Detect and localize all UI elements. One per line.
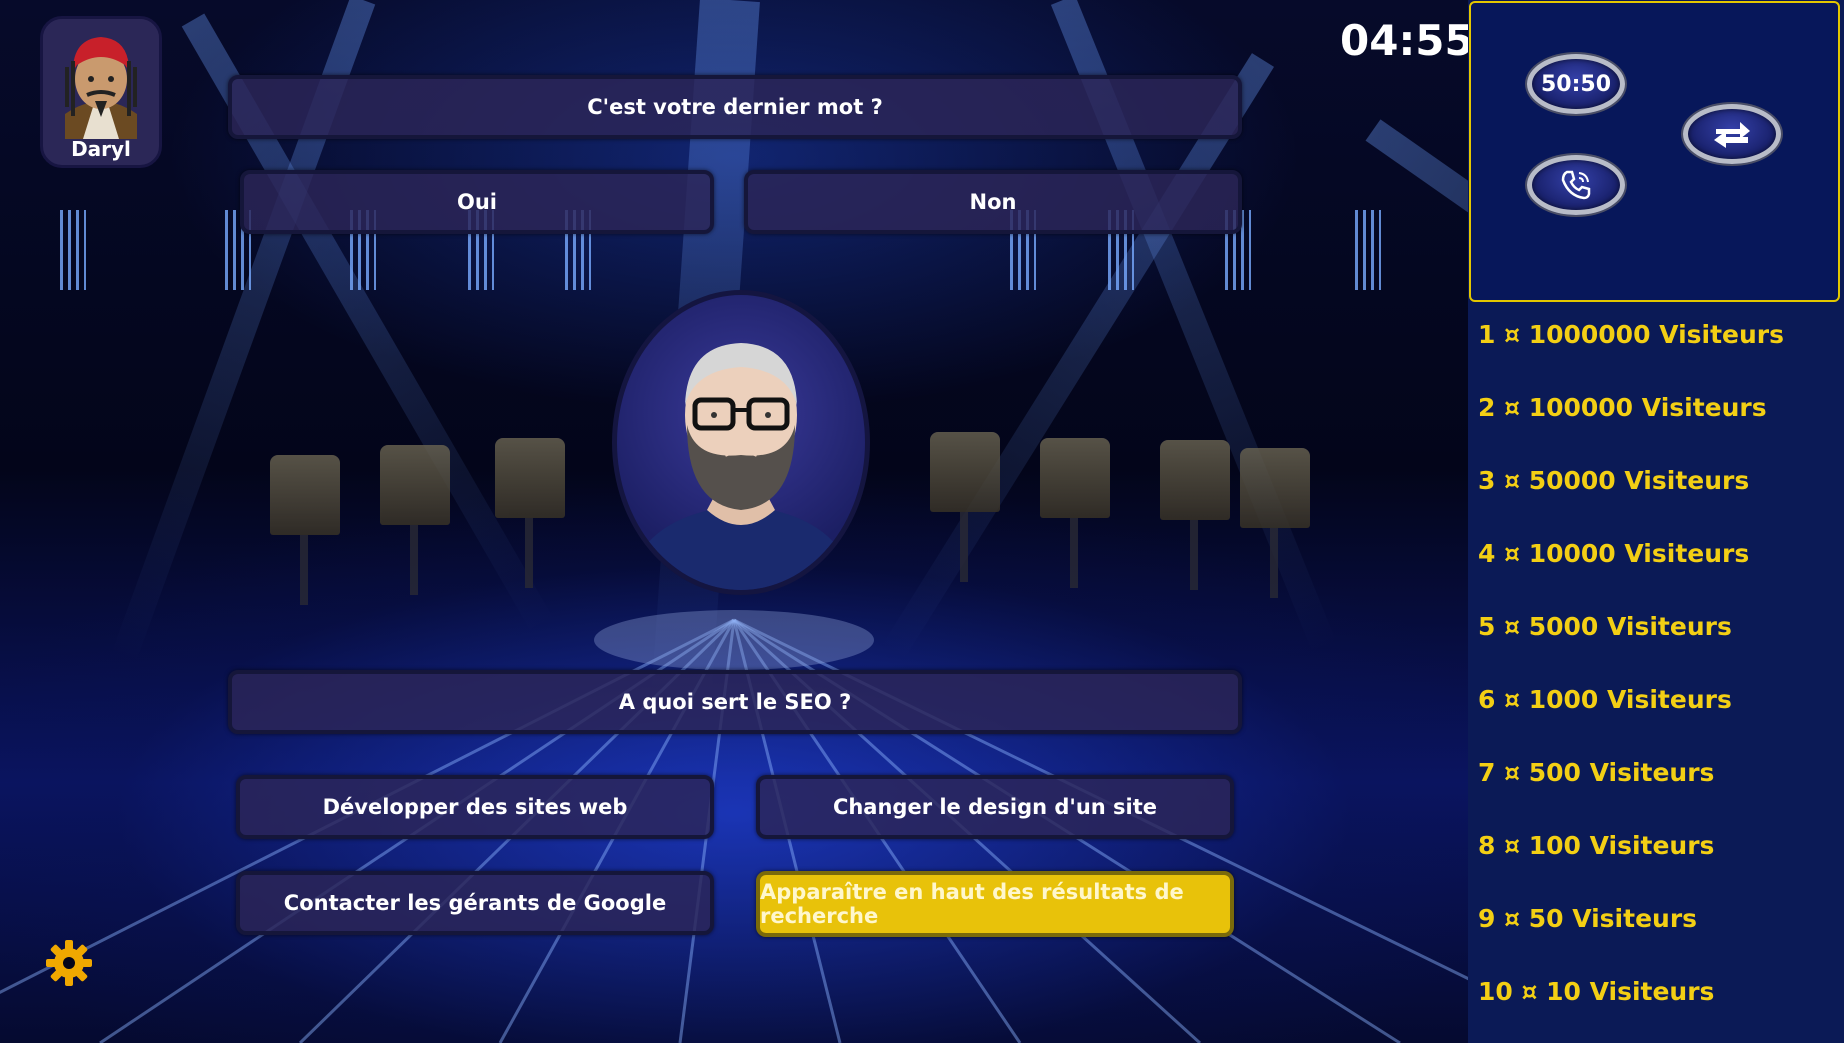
stage-floor-rays xyxy=(0,610,1468,1043)
prize-level-7: 7 ¤ 500 Visiteurs xyxy=(1478,758,1715,787)
confirm-no-button[interactable]: Non xyxy=(744,170,1242,234)
stage-chair xyxy=(270,455,340,605)
host-portrait-icon xyxy=(627,343,855,590)
answer-a-button[interactable]: Développer des sites web xyxy=(236,775,714,839)
stage-light-beam xyxy=(1365,119,1468,543)
stage-chair xyxy=(380,445,450,595)
stage-chair xyxy=(1040,438,1110,588)
stage-chair xyxy=(1240,448,1310,598)
phone-icon xyxy=(1561,170,1591,200)
prize-level-1: 1 ¤ 1000000 Visiteurs xyxy=(1478,320,1785,349)
gear-icon[interactable] xyxy=(44,938,94,988)
confirm-question: C'est votre dernier mot ? xyxy=(228,75,1242,139)
prize-level-9: 9 ¤ 50 Visiteurs xyxy=(1478,904,1698,933)
host-avatar xyxy=(612,290,870,595)
prize-level-4: 4 ¤ 10000 Visiteurs xyxy=(1478,539,1750,568)
lifelines-panel xyxy=(1469,1,1840,302)
pirate-avatar-icon xyxy=(43,19,159,139)
stage-chair xyxy=(495,438,565,588)
countdown-timer: 04:55 xyxy=(1340,16,1474,65)
answer-b-button[interactable]: Changer le design d'un site xyxy=(756,775,1234,839)
prize-level-10: 10 ¤ 10 Visiteurs xyxy=(1478,977,1715,1006)
prize-level-6: 6 ¤ 1000 Visiteurs xyxy=(1478,685,1732,714)
switch-arrows-icon xyxy=(1714,122,1750,148)
stage-stripes xyxy=(60,210,86,290)
stage-chair xyxy=(930,432,1000,582)
player-card: Daryl xyxy=(40,16,162,168)
answer-d-button[interactable]: Apparaître en haut des résultats de rech… xyxy=(756,871,1234,937)
prize-level-3: 3 ¤ 50000 Visiteurs xyxy=(1478,466,1750,495)
question-text: A quoi sert le SEO ? xyxy=(228,670,1242,734)
lifeline-phone-button[interactable] xyxy=(1527,155,1625,215)
prize-level-5: 5 ¤ 5000 Visiteurs xyxy=(1478,612,1732,641)
confirm-yes-button[interactable]: Oui xyxy=(240,170,714,234)
answer-c-button[interactable]: Contacter les gérants de Google xyxy=(236,871,714,935)
lifeline-fifty-fifty-button[interactable]: 50:50 xyxy=(1527,54,1625,114)
stage-stripes xyxy=(1355,210,1381,290)
player-name: Daryl xyxy=(71,137,131,161)
prize-level-8: 8 ¤ 100 Visiteurs xyxy=(1478,831,1715,860)
stage-chair xyxy=(1160,440,1230,590)
lifeline-switch-question-button[interactable] xyxy=(1683,104,1781,164)
prize-level-2: 2 ¤ 100000 Visiteurs xyxy=(1478,393,1767,422)
